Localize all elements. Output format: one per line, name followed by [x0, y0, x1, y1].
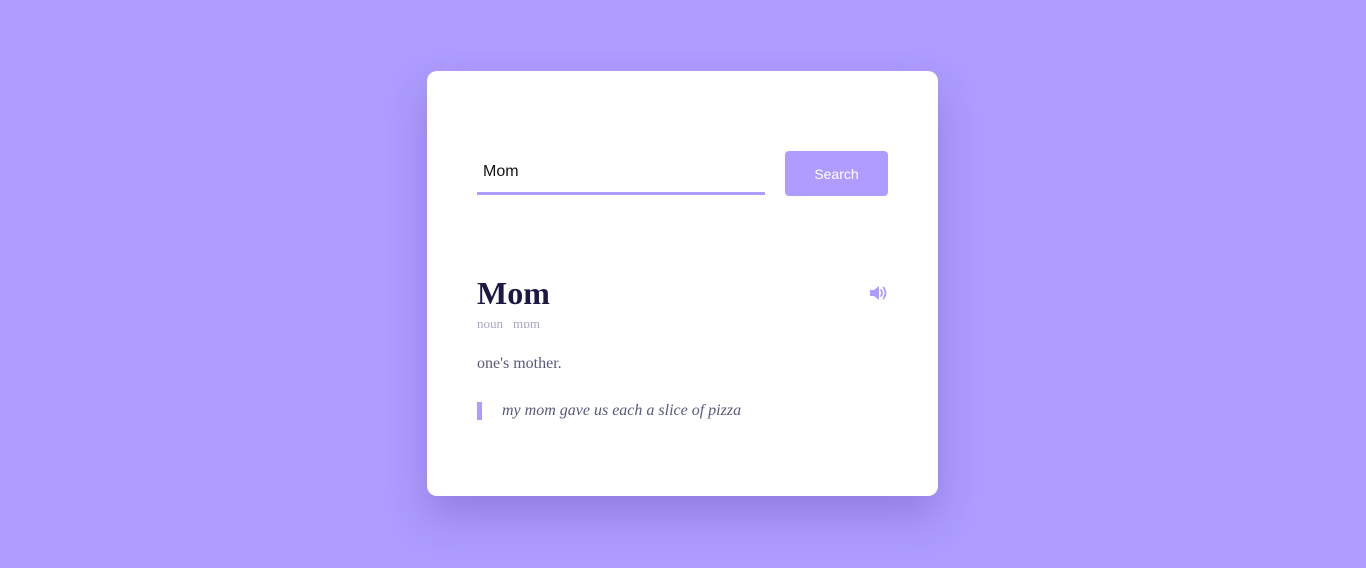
search-bar: Search [477, 151, 888, 197]
word-details: noun mɒm [477, 315, 888, 333]
play-sound-button[interactable] [868, 284, 888, 302]
word-example: my mom gave us each a slice of pizza [477, 402, 888, 420]
part-of-speech: noun [477, 316, 503, 331]
search-button[interactable]: Search [785, 151, 888, 196]
word-header: Mom [477, 271, 888, 315]
result-section: Mom noun mɒm one's mother. my mom gave us… [477, 271, 888, 436]
word-meaning: one's mother. [477, 355, 562, 372]
word-title: Mom [477, 275, 550, 311]
dictionary-card: Search Mom nounmɒm one's mother. my mom … [427, 71, 938, 496]
phonetic: mɒm [513, 316, 541, 331]
volume-up-icon [868, 286, 888, 305]
search-input[interactable] [477, 151, 765, 195]
